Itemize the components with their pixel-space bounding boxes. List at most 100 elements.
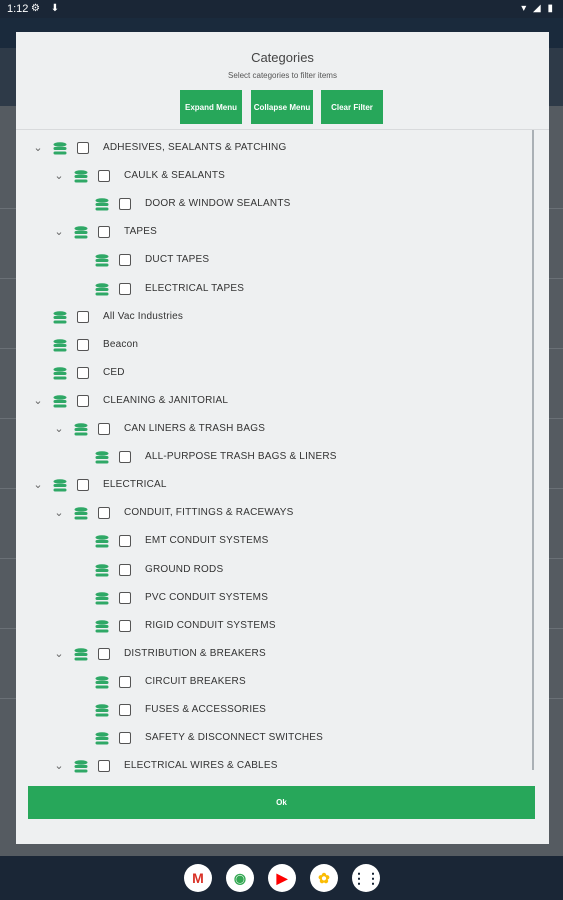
tree-row[interactable]: PVC CONDUIT SYSTEMS <box>16 584 536 612</box>
tree-row[interactable]: GROUND RODS <box>16 556 536 584</box>
tree-row[interactable]: ⌄ CLEANING & JANITORIAL <box>16 387 536 415</box>
category-checkbox[interactable] <box>77 366 89 379</box>
chevron-down-icon[interactable]: ⌄ <box>53 648 65 660</box>
category-checkbox[interactable] <box>77 394 89 407</box>
category-label: PVC CONDUIT SYSTEMS <box>145 591 269 603</box>
category-checkbox[interactable] <box>119 451 131 464</box>
tree-row[interactable]: Beacon <box>16 331 536 359</box>
category-checkbox[interactable] <box>98 760 110 773</box>
chevron-down-icon[interactable]: ⌄ <box>53 507 65 519</box>
tree-row[interactable]: ⌄ CAULK & SEALANTS <box>16 162 536 190</box>
category-label: FUSES & ACCESSORIES <box>145 704 267 715</box>
chrome-icon[interactable]: ◉ <box>226 864 254 892</box>
app-dock: M ◉ ▶ ✿ ⋮⋮ <box>0 856 563 900</box>
database-icon <box>95 591 109 605</box>
tree-row[interactable]: CED <box>16 359 536 387</box>
database-icon <box>95 282 109 296</box>
category-checkbox[interactable] <box>119 254 131 267</box>
category-checkbox[interactable] <box>119 675 131 688</box>
chevron-down-icon[interactable]: ⌄ <box>53 226 65 238</box>
category-checkbox[interactable] <box>98 226 110 239</box>
tree-row[interactable]: FUSES & ACCESSORIES <box>16 696 536 724</box>
category-checkbox[interactable] <box>119 704 131 716</box>
chevron-down-icon[interactable]: ⌄ <box>53 170 65 182</box>
tree-row[interactable]: RIGID CONDUIT SYSTEMS <box>16 612 536 640</box>
chevron-down-icon[interactable]: ⌄ <box>32 395 44 407</box>
tree-row[interactable]: SAFETY & DISCONNECT SWITCHES <box>16 724 536 752</box>
category-checkbox[interactable] <box>77 142 89 154</box>
category-checkbox[interactable] <box>77 479 89 492</box>
database-icon <box>95 704 109 717</box>
category-checkbox[interactable] <box>119 619 131 632</box>
tree-row[interactable]: ⌄ ADHESIVES, SEALANTS & PATCHING <box>16 134 536 162</box>
database-icon <box>74 507 88 520</box>
category-checkbox[interactable] <box>119 535 131 548</box>
clear-filter-button[interactable]: Clear Filter <box>321 90 383 124</box>
photos-icon[interactable]: ✿ <box>310 864 338 892</box>
category-checkbox[interactable] <box>98 170 110 183</box>
tree-row[interactable]: ⌄ CAN LINERS & TRASH BAGS <box>16 415 536 443</box>
status-bar: 1:12 ⚙ ⬇ ▾ ◢ ▮ <box>0 0 563 18</box>
tree-row[interactable]: DOOR & WINDOW SEALANTS <box>16 190 536 218</box>
dialog-title: Categories <box>251 50 314 65</box>
tree-row[interactable]: EMT CONDUIT SYSTEMS <box>16 527 536 555</box>
tree-row[interactable]: ⌄ ELECTRICAL <box>16 471 536 499</box>
database-icon <box>53 479 67 492</box>
category-label: DOOR & WINDOW SEALANTS <box>145 198 291 210</box>
category-checkbox[interactable] <box>77 310 89 323</box>
category-label: All Vac Industries <box>103 310 184 322</box>
status-right-icons: ▾ ◢ ▮ <box>521 3 555 14</box>
category-checkbox[interactable] <box>119 282 131 295</box>
category-label: ELECTRICAL <box>103 479 167 491</box>
category-checkbox[interactable] <box>119 732 131 745</box>
tree-row[interactable]: All Vac Industries <box>16 303 536 331</box>
gmail-icon[interactable]: M <box>184 864 212 892</box>
tree-row[interactable]: ⌄ TAPES <box>16 218 536 246</box>
category-label: DUCT TAPES <box>145 254 210 266</box>
categories-dialog: Categories Select categories to filter i… <box>16 32 549 844</box>
database-icon <box>95 563 109 577</box>
ok-button[interactable]: Ok <box>28 786 535 819</box>
category-checkbox[interactable] <box>98 423 110 435</box>
tree-row[interactable]: DUCT TAPES <box>16 246 536 274</box>
tree-row[interactable]: ELECTRICAL TAPES <box>16 275 536 303</box>
database-icon <box>95 198 109 211</box>
category-label: DISTRIBUTION & BREAKERS <box>124 647 266 659</box>
category-label: GROUND RODS <box>145 563 224 575</box>
chevron-down-icon[interactable]: ⌄ <box>32 142 44 154</box>
database-icon <box>53 142 67 155</box>
database-icon <box>95 535 109 548</box>
category-label: ELECTRICAL WIRES & CABLES <box>124 760 278 772</box>
apps-icon[interactable]: ⋮⋮ <box>352 864 380 892</box>
tree-row[interactable]: ⌄ ELECTRICAL WIRES & CABLES <box>16 752 536 778</box>
tree-row[interactable]: ⌄ CONDUIT, FITTINGS & RACEWAYS <box>16 499 536 527</box>
database-icon <box>74 423 88 436</box>
category-checkbox[interactable] <box>98 507 110 520</box>
database-icon <box>95 676 109 689</box>
tree-row[interactable]: ALL-PURPOSE TRASH BAGS & LINERS <box>16 443 536 471</box>
tree-scrollbar[interactable] <box>532 130 534 770</box>
category-label: CLEANING & JANITORIAL <box>103 394 229 406</box>
category-label: CAN LINERS & TRASH BAGS <box>124 423 266 434</box>
database-icon <box>53 395 67 408</box>
database-icon <box>53 310 67 324</box>
category-checkbox[interactable] <box>119 198 131 211</box>
youtube-icon[interactable]: ▶ <box>268 864 296 892</box>
collapse-menu-button[interactable]: Collapse Menu <box>251 90 313 124</box>
category-label: CONDUIT, FITTINGS & RACEWAYS <box>124 507 294 519</box>
category-checkbox[interactable] <box>119 563 131 576</box>
tree-row[interactable]: ⌄ DISTRIBUTION & BREAKERS <box>16 640 536 668</box>
database-icon <box>74 170 88 183</box>
tree-row[interactable]: CIRCUIT BREAKERS <box>16 668 536 696</box>
category-checkbox[interactable] <box>119 591 131 604</box>
category-checkbox[interactable] <box>77 338 89 351</box>
category-checkbox[interactable] <box>98 647 110 660</box>
category-label: RIGID CONDUIT SYSTEMS <box>145 619 276 631</box>
chevron-down-icon[interactable]: ⌄ <box>32 479 44 491</box>
expand-menu-button[interactable]: Expand Menu <box>180 90 242 124</box>
category-label: SAFETY & DISCONNECT SWITCHES <box>145 732 324 744</box>
database-icon <box>95 732 109 745</box>
chevron-down-icon[interactable]: ⌄ <box>53 423 65 435</box>
chevron-down-icon[interactable]: ⌄ <box>53 760 65 772</box>
database-icon <box>95 451 109 464</box>
